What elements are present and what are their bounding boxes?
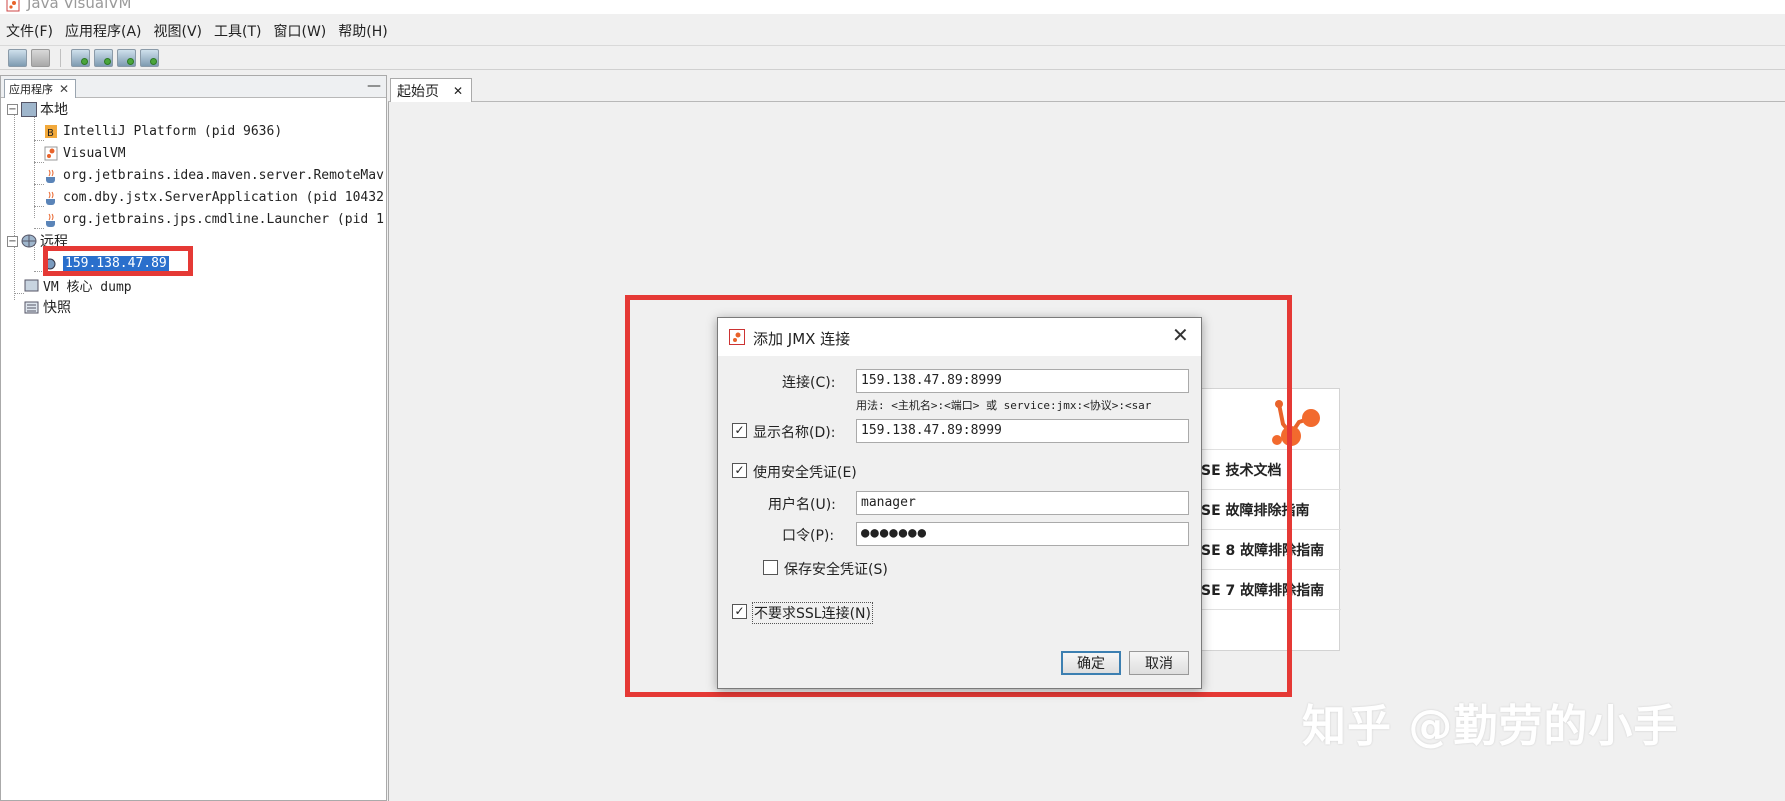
remote-hosts-icon [21, 234, 37, 249]
java-cup-icon [44, 190, 60, 205]
tree-node-jps-launcher[interactable]: org.jetbrains.jps.cmdline.Launcher (pid … [44, 208, 384, 230]
password-label: 口令(P): [782, 528, 835, 544]
computer-icon [21, 101, 37, 117]
toolbar [0, 45, 1785, 70]
tree-node-maven-server-label: org.jetbrains.idea.maven.server.RemoteMa… [63, 167, 384, 183]
no-ssl-checkbox[interactable]: ✓ [732, 604, 747, 619]
close-icon[interactable]: ✕ [59, 82, 69, 96]
tab-start-page[interactable]: 起始页 ✕ [390, 78, 472, 103]
use-credentials-label: 使用安全凭证(E) [753, 465, 857, 481]
add-remote-host-icon[interactable] [94, 48, 113, 67]
save-credentials-checkbox[interactable] [763, 560, 778, 575]
visualvm-icon [44, 146, 60, 161]
cancel-button[interactable]: 取消 [1129, 651, 1189, 675]
java-cup-icon [44, 168, 60, 183]
add-vm-coredump-icon[interactable] [117, 48, 136, 67]
visualvm-app-icon [729, 329, 745, 345]
menu-help[interactable]: 帮助(H) [336, 19, 389, 43]
add-jmx-connection-dialog: 添加 JMX 连接 ✕ 连接(C): 159.138.47.89:8999 用法… [717, 317, 1202, 689]
tree-node-intellij[interactable]: B IntelliJ Platform (pid 9636) [44, 120, 282, 142]
tree-node-intellij-label: IntelliJ Platform (pid 9636) [63, 123, 283, 139]
open-snapshot-icon[interactable] [8, 48, 27, 67]
annotation-highlight-remote-host [43, 246, 193, 276]
tree-node-vm-coredump-label: VM 核心 dump [43, 279, 132, 295]
tree-node-server-application[interactable]: com.dby.jstx.ServerApplication (pid 1043… [44, 186, 384, 208]
display-name-label: 显示名称(D): [753, 425, 836, 441]
close-icon[interactable]: ✕ [453, 84, 463, 98]
window-title: Java VisualVM [27, 0, 132, 12]
dialog-title: 添加 JMX 连接 [753, 330, 851, 348]
password-field[interactable]: ●●●●●●● [856, 522, 1189, 546]
menu-bar: 文件(F) 应用程序(A) 视图(V) 工具(T) 窗口(W) 帮助(H) [0, 18, 1785, 44]
close-icon[interactable]: ✕ [1172, 323, 1189, 347]
collapse-toggle-icon[interactable]: − [7, 235, 18, 247]
tree-node-vm-coredump[interactable]: VM 核心 dump [7, 274, 132, 296]
username-field[interactable]: manager [856, 491, 1189, 515]
tree-node-local[interactable]: − 本地 [7, 98, 68, 120]
connection-label: 连接(C): [782, 375, 836, 391]
watermark-text: 知乎 @勤劳的小手 [1302, 701, 1679, 752]
minimize-icon[interactable]: — [367, 78, 381, 94]
coredump-icon [24, 278, 40, 293]
tree-node-local-label: 本地 [40, 102, 68, 118]
java-cup-icon [44, 212, 60, 227]
tab-applications-label: 应用程序 [9, 83, 53, 96]
dialog-title-bar: 添加 JMX 连接 ✕ [718, 318, 1201, 356]
connection-usage-hint: 用法: <主机名>:<端口> 或 service:jmx:<协议>:<sar [856, 399, 1152, 412]
display-name-field[interactable]: 159.138.47.89:8999 [856, 419, 1189, 443]
tab-applications[interactable]: 应用程序 ✕ [4, 79, 76, 98]
tree-node-snapshots-label: 快照 [43, 300, 71, 316]
snapshots-icon [24, 300, 40, 315]
save-credentials-label: 保存安全凭证(S) [784, 562, 888, 578]
menu-tools[interactable]: 工具(T) [212, 19, 263, 43]
window-title-bar: Java VisualVM [0, 0, 1785, 14]
connection-field[interactable]: 159.138.47.89:8999 [856, 369, 1189, 393]
tree-node-visualvm-label: VisualVM [63, 145, 126, 161]
add-jmx-connection-icon[interactable] [71, 48, 90, 67]
collapse-toggle-icon[interactable]: − [7, 103, 18, 115]
username-label: 用户名(U): [768, 497, 836, 513]
intellij-icon: B [44, 124, 60, 139]
tree-node-visualvm[interactable]: VisualVM [44, 142, 126, 164]
add-jmx-application-icon[interactable] [140, 48, 159, 67]
menu-window[interactable]: 窗口(W) [272, 19, 329, 43]
save-icon[interactable] [31, 48, 50, 67]
applications-panel: 应用程序 ✕ — − 本地 B IntelliJ Platform (pid 9… [0, 75, 387, 801]
tree-node-jps-launcher-label: org.jetbrains.jps.cmdline.Launcher (pid … [63, 211, 384, 227]
visualvm-app-icon [6, 0, 20, 12]
tree-node-maven-server[interactable]: org.jetbrains.idea.maven.server.RemoteMa… [44, 164, 384, 186]
tab-start-page-label: 起始页 [397, 84, 439, 100]
editor-tab-bar [388, 75, 1785, 102]
use-credentials-checkbox[interactable]: ✓ [732, 463, 747, 478]
menu-applications[interactable]: 应用程序(A) [63, 19, 144, 43]
menu-file[interactable]: 文件(F) [4, 19, 55, 43]
applications-tab-bar: 应用程序 ✕ — [1, 76, 386, 98]
no-ssl-label: 不要求SSL连接(N) [752, 602, 873, 624]
toolbar-separator [60, 48, 61, 67]
menu-view[interactable]: 视图(V) [152, 19, 205, 43]
svg-text:B: B [47, 128, 54, 139]
tree-node-snapshots[interactable]: 快照 [7, 296, 71, 318]
display-name-checkbox[interactable]: ✓ [732, 423, 747, 438]
ok-button[interactable]: 确定 [1061, 651, 1121, 675]
tree-node-server-application-label: com.dby.jstx.ServerApplication (pid 1043… [63, 189, 384, 205]
